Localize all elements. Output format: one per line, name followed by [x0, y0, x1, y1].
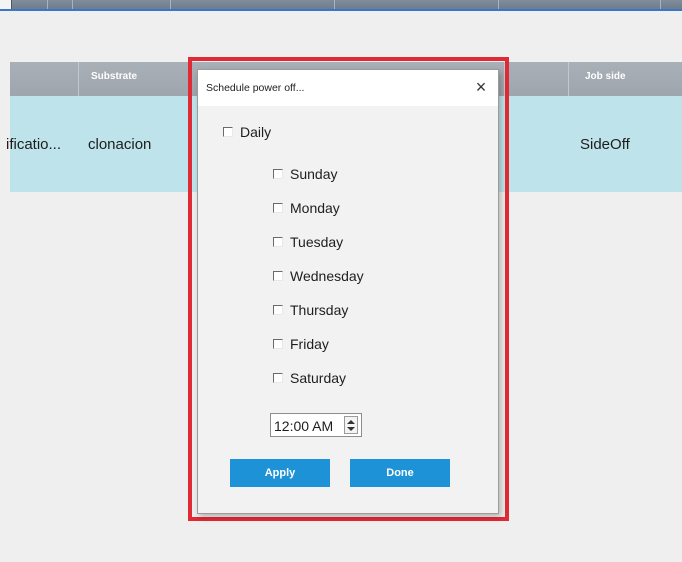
header-divider: [170, 0, 171, 9]
checkbox-saturday[interactable]: Saturday: [273, 370, 346, 386]
checkbox-sunday[interactable]: Sunday: [273, 166, 337, 182]
header-divider: [334, 0, 335, 9]
checkbox-label: Sunday: [290, 166, 338, 182]
time-value[interactable]: 12:00 AM: [274, 418, 333, 434]
cell-job-side: SideOff: [580, 136, 630, 153]
header-divider: [498, 0, 499, 9]
top-grid-header-strip: [0, 0, 682, 11]
checkbox-label: Wednesday: [290, 268, 364, 284]
cell-name: ificatio...: [6, 136, 62, 153]
checkbox-daily[interactable]: Daily: [223, 124, 271, 140]
dialog-title-bar[interactable]: Schedule power off... ×: [198, 70, 498, 106]
checkbox-box[interactable]: [273, 339, 283, 349]
checkbox-label: Daily: [240, 124, 272, 140]
checkbox-label: Friday: [290, 336, 329, 352]
header-select-checkbox[interactable]: [0, 0, 12, 9]
checkbox-box[interactable]: [273, 305, 283, 315]
dialog-body: Daily Sunday Monday Tuesday Wednesday Th…: [198, 106, 498, 513]
arrow-up-icon[interactable]: [347, 420, 355, 424]
checkbox-box[interactable]: [273, 169, 283, 179]
column-header-job-side[interactable]: Job side: [568, 62, 682, 96]
checkbox-label: Saturday: [290, 370, 347, 386]
cell-substrate: clonacion: [88, 136, 152, 153]
schedule-power-off-dialog: Schedule power off... × Daily Sunday Mon…: [197, 69, 499, 514]
close-icon[interactable]: ×: [470, 76, 492, 98]
apply-button[interactable]: Apply: [230, 459, 330, 487]
checkbox-box[interactable]: [273, 237, 283, 247]
checkbox-label: Tuesday: [290, 234, 344, 250]
checkbox-box[interactable]: [273, 271, 283, 281]
column-header-substrate[interactable]: Substrate: [78, 62, 188, 96]
time-spinner[interactable]: [344, 416, 358, 434]
time-picker[interactable]: 12:00 AM: [270, 413, 362, 437]
checkbox-friday[interactable]: Friday: [273, 336, 329, 352]
checkbox-label: Monday: [290, 200, 340, 216]
column-header-blank[interactable]: [504, 62, 568, 96]
checkbox-tuesday[interactable]: Tuesday: [273, 234, 343, 250]
checkbox-box[interactable]: [223, 127, 233, 137]
checkbox-wednesday[interactable]: Wednesday: [273, 268, 364, 284]
checkbox-label: Thursday: [290, 302, 349, 318]
checkbox-monday[interactable]: Monday: [273, 200, 340, 216]
header-divider: [72, 0, 73, 9]
arrow-down-icon[interactable]: [347, 427, 355, 431]
checkbox-thursday[interactable]: Thursday: [273, 302, 348, 318]
checkbox-box[interactable]: [273, 203, 283, 213]
header-divider: [660, 0, 661, 9]
header-divider: [47, 0, 48, 9]
checkbox-box[interactable]: [273, 373, 283, 383]
dialog-title: Schedule power off...: [206, 82, 305, 94]
column-header-blank[interactable]: [10, 62, 78, 96]
done-button[interactable]: Done: [350, 459, 450, 487]
